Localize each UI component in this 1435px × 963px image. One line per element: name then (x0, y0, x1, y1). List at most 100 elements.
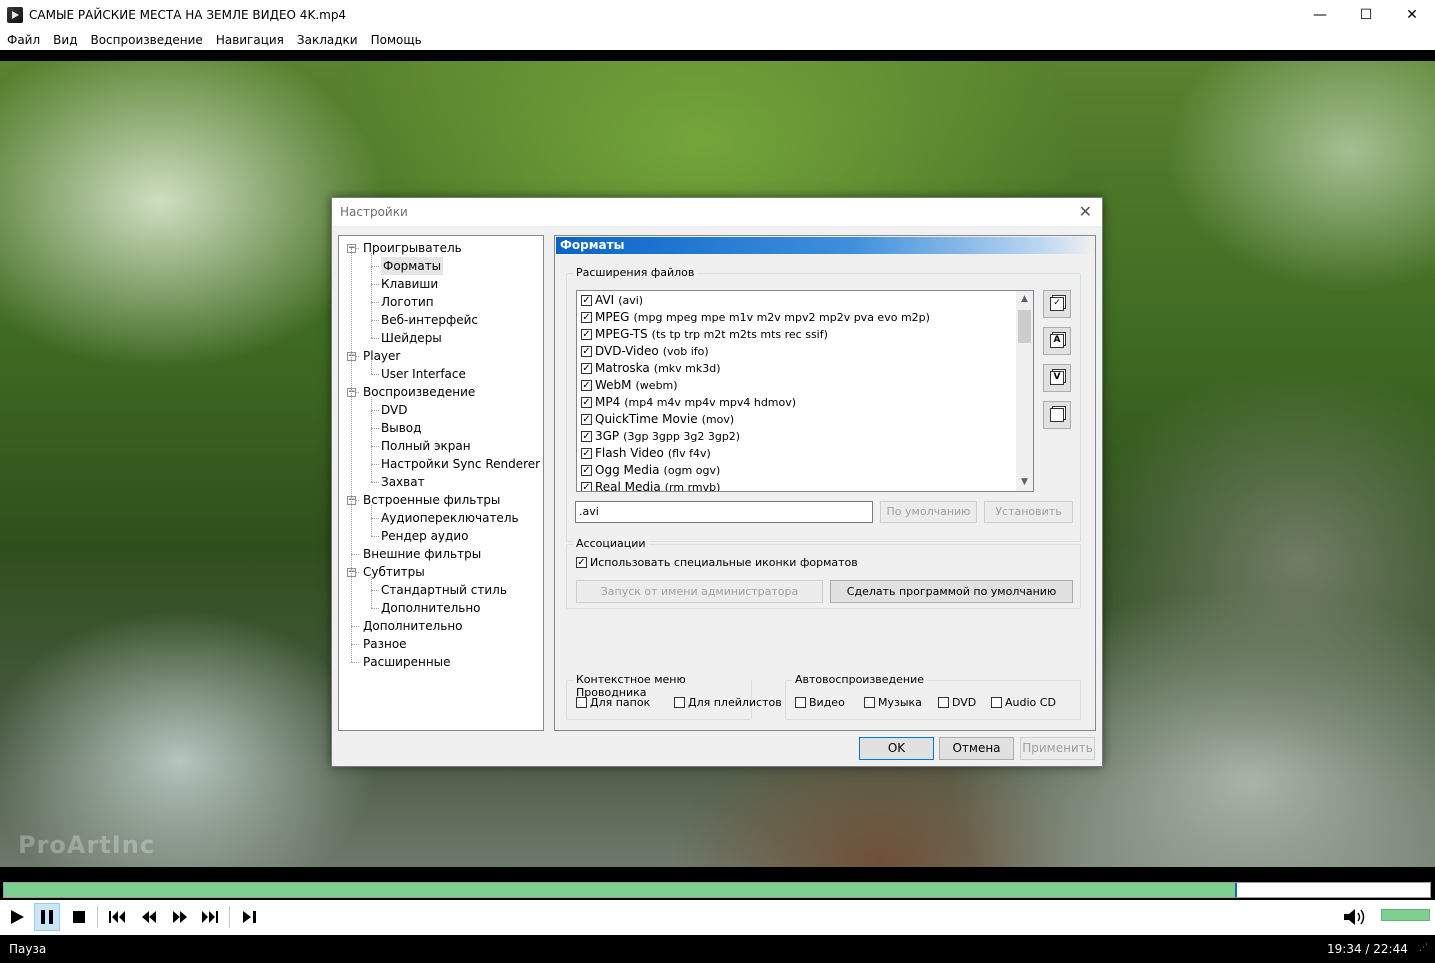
autoplay-music-checkbox[interactable]: Музыка (864, 696, 922, 709)
select-audio-button[interactable]: A (1043, 327, 1071, 355)
select-video-button[interactable]: V (1043, 364, 1071, 392)
make-default-player-button[interactable]: Сделать программой по умолчанию (830, 580, 1073, 603)
special-icons-check-icon: ✓ (576, 556, 587, 568)
tree-subnode[interactable]: Настройки Sync Renderer (381, 455, 540, 473)
menu-view[interactable]: Вид (46, 33, 83, 47)
autoplay-audiocd-checkbox[interactable]: Audio CD (991, 696, 1056, 709)
stop-button[interactable] (66, 903, 92, 931)
tree-subnode[interactable]: Стандартный стиль (381, 581, 507, 599)
format-check-icon[interactable]: ✓ (581, 448, 592, 459)
play-button[interactable] (4, 903, 30, 931)
select-all-button[interactable]: ✓ (1043, 290, 1071, 318)
tree-subnode[interactable]: Аудиопереключатель (381, 509, 519, 527)
tree-subnode[interactable]: Рендер аудио (381, 527, 468, 545)
tree-subnode[interactable]: Вывод (381, 419, 421, 437)
controls-divider (97, 906, 98, 928)
format-list-item[interactable]: ✓ MPEG (mpg mpeg mpe m1v m2v mpv2 mp2v pva… (581, 309, 930, 326)
tree-node[interactable]: Расширенные (363, 653, 451, 671)
tree-subnode[interactable]: Дополнительно (381, 599, 481, 617)
formats-list[interactable]: ✓ Real Media (rm rmvb) ✓ Ogg Media (ogm ogv) ✓… (576, 290, 1034, 492)
format-list-item[interactable]: ✓ WebM (webm) (581, 377, 678, 394)
format-list-item[interactable]: ✓ MPEG-TS (ts tp trp m2t m2ts mts rec ssif… (581, 326, 828, 343)
tree-node[interactable]: Дополнительно (363, 617, 463, 635)
default-button[interactable]: По умолчанию (880, 501, 977, 523)
format-check-icon[interactable]: ✓ (581, 465, 592, 476)
tree-node[interactable]: Субтитры (363, 563, 425, 581)
format-check-icon[interactable]: ✓ (581, 329, 592, 340)
format-check-icon[interactable]: ✓ (581, 397, 592, 408)
tree-subnode[interactable]: Захват (381, 473, 425, 491)
pause-button[interactable] (34, 903, 60, 931)
format-list-item[interactable]: ✓ QuickTime Movie (mov) (581, 411, 734, 428)
tree-node[interactable]: Встроенные фильтры (363, 491, 500, 509)
format-check-icon[interactable]: ✓ (581, 414, 592, 425)
scroll-up-icon[interactable]: ▲ (1016, 291, 1033, 308)
autoplay-video-checkbox[interactable]: Видео (795, 696, 845, 709)
volume-slider[interactable] (1381, 909, 1430, 921)
previous-button[interactable] (104, 903, 130, 931)
minimize-button[interactable]: — (1297, 0, 1343, 30)
menu-play[interactable]: Воспроизведение (83, 33, 208, 47)
scroll-down-icon[interactable]: ▼ (1016, 474, 1033, 491)
tree-subnode[interactable]: Логотип (381, 293, 434, 311)
menu-file[interactable]: Файл (0, 33, 46, 47)
tree-subnode[interactable]: Форматы (381, 257, 444, 275)
format-check-icon[interactable]: ✓ (581, 363, 592, 374)
format-check-icon[interactable]: ✓ (581, 431, 592, 442)
rewind-button[interactable] (136, 903, 162, 931)
tree-subnode[interactable]: Шейдеры (381, 329, 442, 347)
seek-bar[interactable] (3, 882, 1431, 898)
format-check-icon[interactable]: ✓ (581, 346, 592, 357)
frame-step-button[interactable] (237, 903, 263, 931)
tree-subnode[interactable]: User Interface (381, 365, 466, 383)
special-icons-checkbox[interactable]: ✓ Использовать специальные иконки формат… (576, 556, 858, 569)
format-check-icon[interactable]: ✓ (581, 482, 592, 491)
scroll-thumb[interactable] (1018, 310, 1031, 343)
next-button[interactable] (197, 903, 223, 931)
tree-subnode[interactable]: DVD (381, 401, 407, 419)
format-list-item[interactable]: ✓ DVD-Video (vob ifo) (581, 343, 709, 360)
fast-forward-button[interactable] (167, 903, 193, 931)
set-button[interactable]: Установить (984, 501, 1073, 523)
format-list-item[interactable]: ✓ Matroska (mkv mk3d) (581, 360, 721, 377)
tree-subnode[interactable]: Клавиши (381, 275, 438, 293)
format-list-item[interactable]: ✓ AVI (avi) (581, 292, 643, 309)
format-check-icon[interactable]: ✓ (581, 312, 592, 323)
clear-all-button[interactable] (1043, 401, 1071, 429)
format-check-icon[interactable]: ✓ (581, 380, 592, 391)
menu-help[interactable]: Помощь (364, 33, 428, 47)
menu-favorites[interactable]: Закладки (290, 33, 364, 47)
panel-title: Форматы (556, 237, 1094, 254)
tree-node[interactable]: Проигрыватель (363, 239, 462, 257)
format-check-icon[interactable]: ✓ (581, 295, 592, 306)
format-list-item[interactable]: ✓ 3GP (3gp 3gpp 3g2 3gp2) (581, 428, 740, 445)
resize-grip-icon[interactable]: ⋰ (1419, 943, 1431, 955)
format-list-item[interactable]: ✓ Flash Video (flv f4v) (581, 445, 711, 462)
ctx-playlists-checkbox[interactable]: Для плейлистов (674, 696, 782, 709)
cancel-button[interactable]: Отмена (939, 737, 1014, 760)
tree-node[interactable]: Разное (363, 635, 407, 653)
tree-node[interactable]: Воспроизведение (363, 383, 475, 401)
extension-input[interactable]: .avi (575, 501, 873, 523)
format-list-item[interactable]: ✓ MP4 (mp4 m4v mp4v mpv4 hdmov) (581, 394, 796, 411)
dialog-close-icon[interactable]: ✕ (1079, 202, 1092, 221)
autoplay-dvd-checkbox[interactable]: DVD (938, 696, 976, 709)
ctx-folders-checkbox[interactable]: Для папок (576, 696, 650, 709)
special-icons-label: Использовать специальные иконки форматов (590, 556, 858, 569)
format-list-item[interactable]: ✓ Real Media (rm rmvb) (581, 479, 720, 491)
menu-navigate[interactable]: Навигация (209, 33, 290, 47)
tree-subnode[interactable]: Веб-интерфейс (381, 311, 478, 329)
tree-node[interactable]: Player (363, 347, 400, 365)
settings-tree[interactable]: Проигрыватель − Форматы Клавиши Логотип Веб-и… (338, 235, 544, 731)
run-as-admin-button[interactable]: Запуск от имени администратора (576, 580, 823, 603)
tree-subnode[interactable]: Полный экран (381, 437, 471, 455)
mute-button[interactable] (1342, 903, 1368, 931)
ok-button[interactable]: OK (859, 737, 934, 760)
seek-position-marker[interactable] (1235, 883, 1237, 897)
tree-node[interactable]: Внешние фильтры (363, 545, 481, 563)
apply-button[interactable]: Применить (1020, 737, 1095, 760)
formats-scrollbar[interactable]: ▲ ▼ (1016, 291, 1033, 491)
maximize-button[interactable]: ☐ (1343, 0, 1389, 30)
format-list-item[interactable]: ✓ Ogg Media (ogm ogv) (581, 462, 720, 479)
close-button[interactable]: ✕ (1389, 0, 1435, 30)
